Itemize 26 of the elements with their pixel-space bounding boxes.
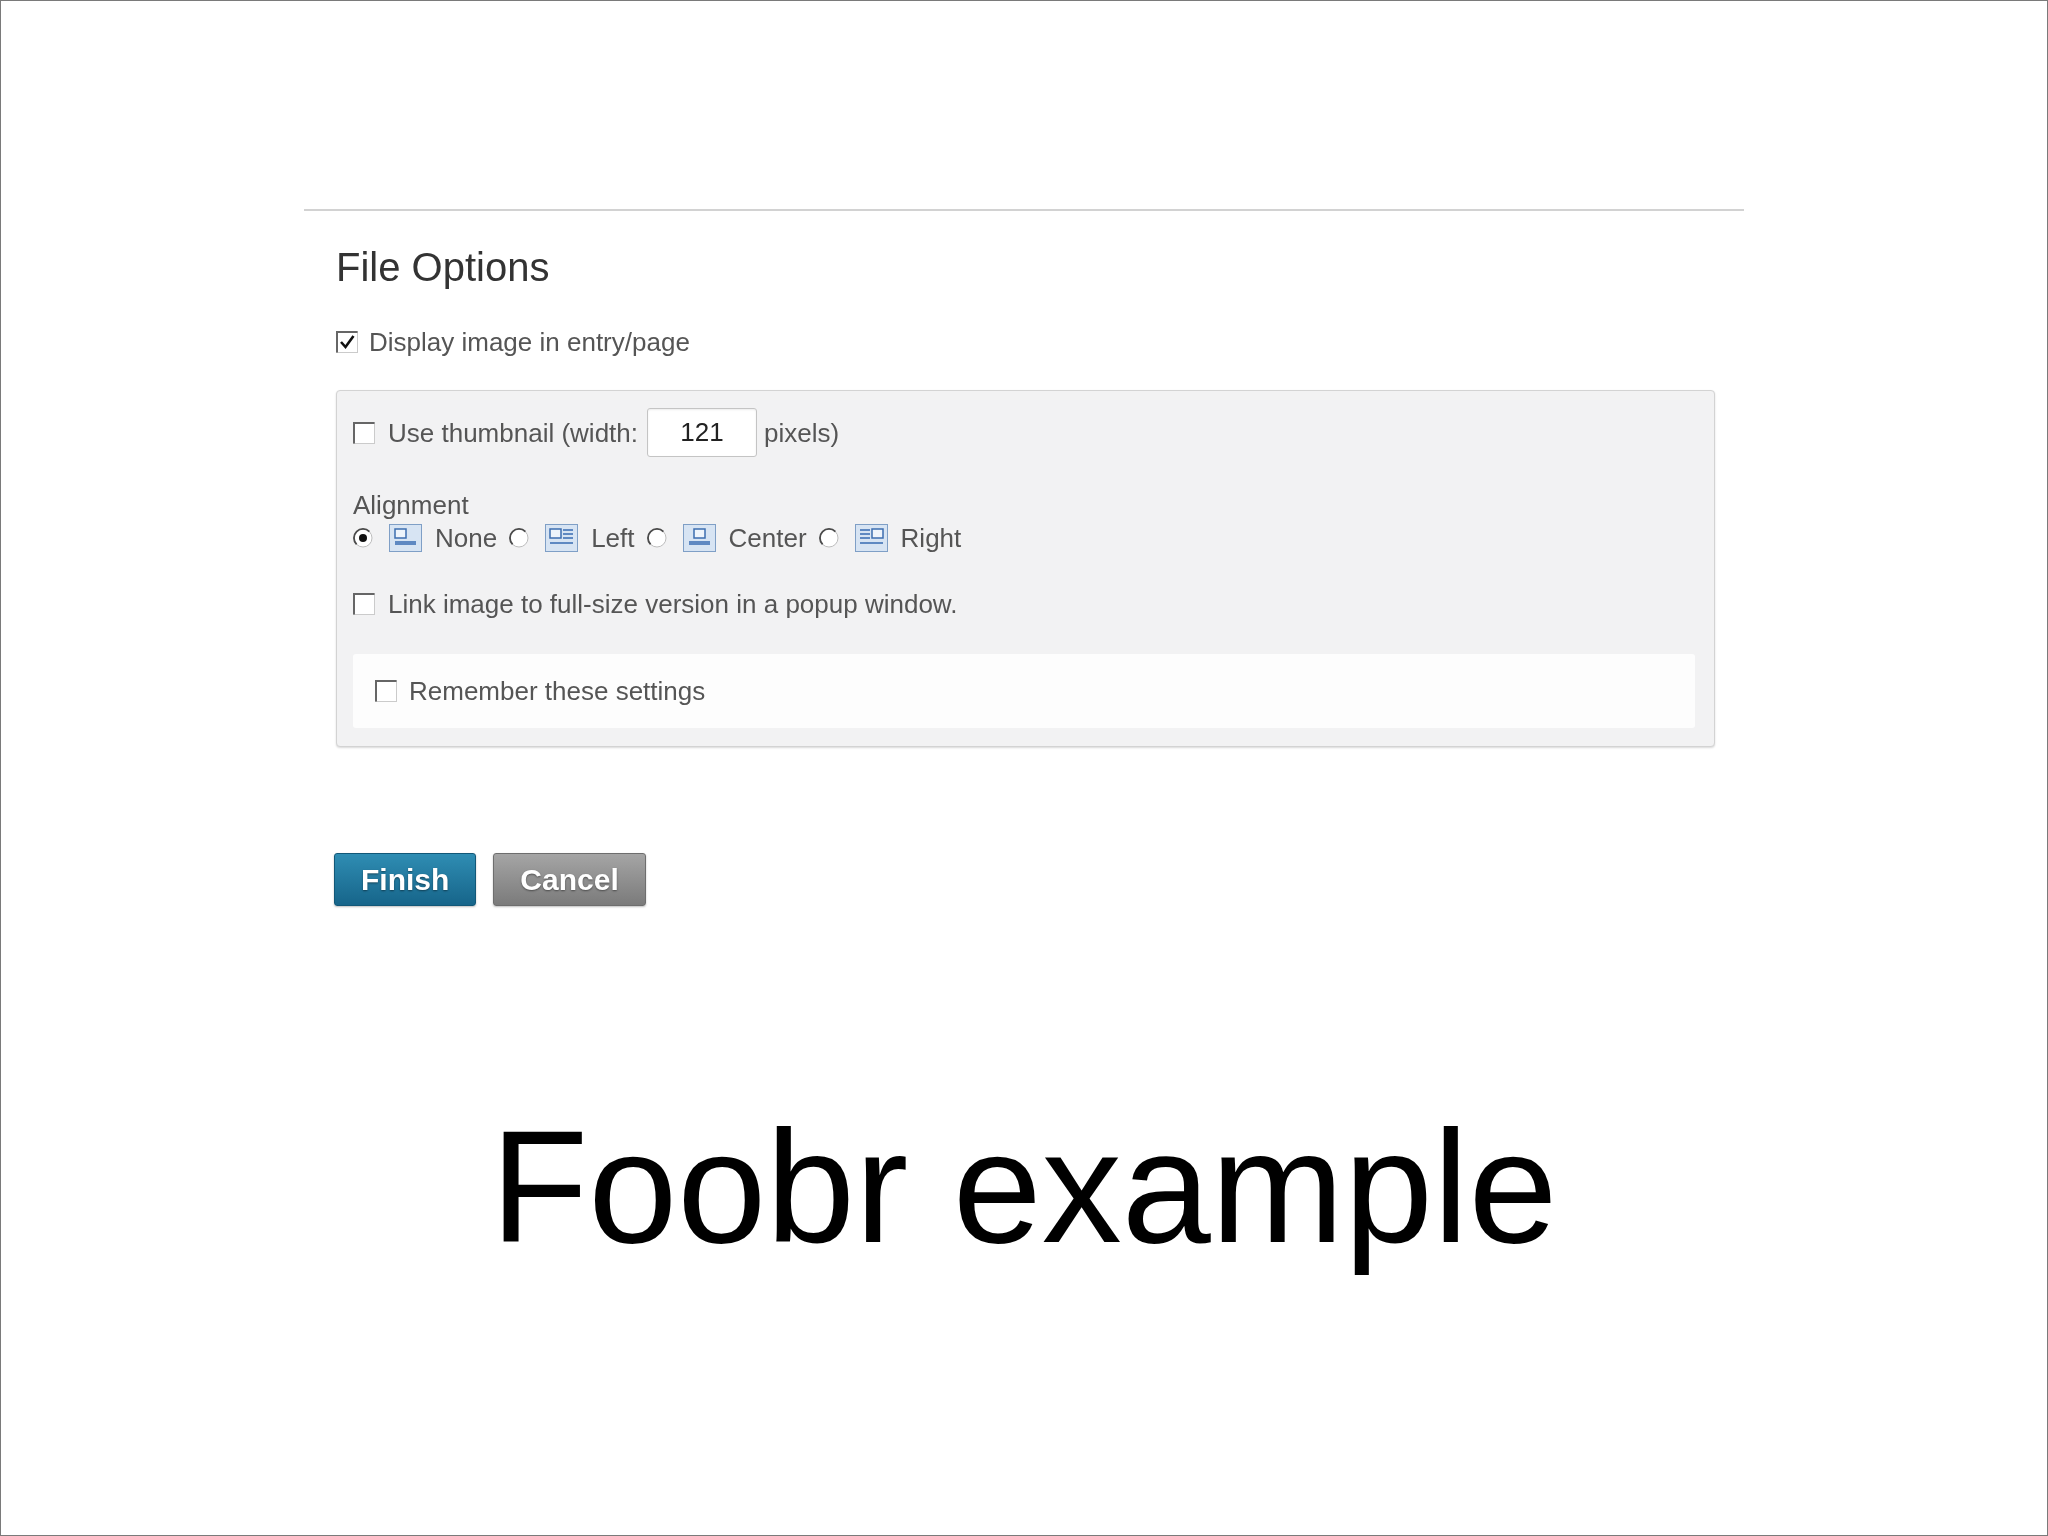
option-label: Link image to full-size version in a popup window. [388,589,958,619]
section-title: File Options [336,244,550,291]
image-right-text-icon [854,524,888,552]
radio-button[interactable] [509,528,530,548]
option-label: Display image in entry/page [369,327,690,357]
option-label: Remember these settings [409,676,706,706]
field-label: Alignment [353,490,469,520]
checkbox[interactable] [353,421,375,444]
option-label: Use thumbnail (width: [388,417,638,448]
radio-button[interactable] [353,528,373,548]
radio-label: Right [900,523,962,553]
checkbox[interactable] [353,593,375,615]
checkbox[interactable] [336,331,358,353]
unit-label: pixels) [764,417,840,448]
checkbox[interactable] [375,680,397,702]
radio-label: None [435,523,498,553]
image-centered-icon [682,524,716,552]
image-left-text-icon [545,524,579,552]
radio-label: Center [728,523,807,553]
finish-button[interactable]: Finish [334,853,477,906]
radio-button[interactable] [646,528,667,548]
width-input[interactable]: 121 [647,408,757,457]
radio-button[interactable] [818,528,839,548]
cancel-button[interactable]: Cancel [493,853,646,906]
slide-caption: Foobr example [489,1096,1559,1278]
radio-label: Left [591,523,635,553]
